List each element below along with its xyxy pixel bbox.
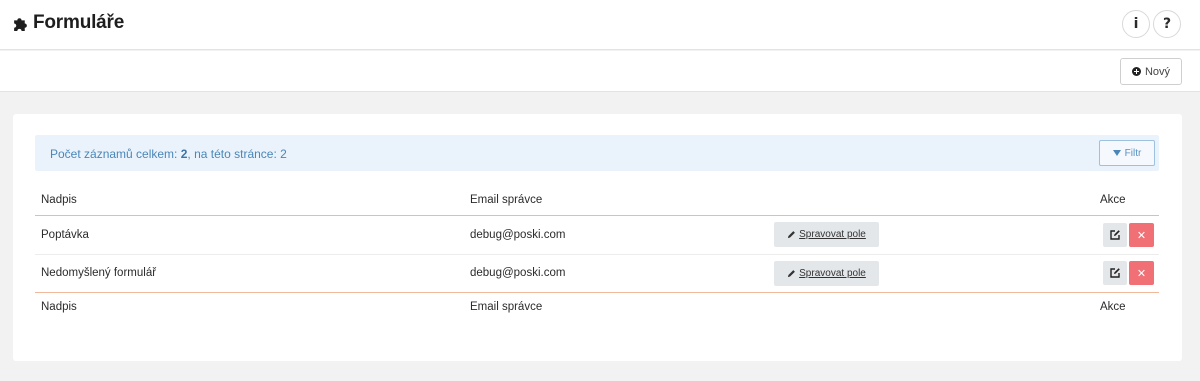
summary-on-page: 2 <box>280 147 287 161</box>
summary-prefix: Počet záznamů celkem: <box>50 147 181 161</box>
row-1-manage-fields-label: Spravovat pole <box>799 229 866 240</box>
new-button[interactable]: Nový <box>1120 58 1182 85</box>
row-1-delete-button[interactable]: ✕ <box>1129 223 1154 247</box>
forms-card: Počet záznamů celkem: 2, na této stránce… <box>13 114 1182 361</box>
page-header: Formuláře i ? <box>0 0 1200 50</box>
row-1-edit-button[interactable] <box>1103 223 1127 247</box>
edit-icon <box>1110 268 1120 278</box>
toolbar: Nový <box>0 51 1200 92</box>
row-2-manage-fields-label: Spravovat pole <box>799 268 866 279</box>
page-title: Formuláře <box>12 12 124 34</box>
column-header-actions: Akce <box>1100 194 1126 206</box>
column-footer-actions: Akce <box>1100 301 1126 313</box>
column-header-email[interactable]: Email správce <box>470 194 542 206</box>
row-1-manage-fields-button[interactable]: Spravovat pole <box>774 222 879 247</box>
close-icon: ✕ <box>1136 266 1147 280</box>
puzzle-icon <box>14 17 27 31</box>
edit-icon <box>1110 230 1120 240</box>
filter-button[interactable]: Filtr <box>1099 140 1155 166</box>
column-header-title[interactable]: Nadpis <box>41 194 77 206</box>
summary-middle: , na této stránce: <box>187 147 281 161</box>
column-footer-email: Email správce <box>470 301 543 313</box>
new-button-label: Nový <box>1144 65 1171 78</box>
row-divider <box>35 254 1159 255</box>
row-2-delete-button[interactable]: ✕ <box>1129 261 1154 285</box>
header-divider <box>35 215 1159 216</box>
row-2-email: debug@poski.com <box>470 267 566 279</box>
page-title-text: Formuláře <box>33 12 125 33</box>
help-button[interactable]: ? <box>1153 10 1181 38</box>
footer-divider <box>35 292 1159 293</box>
pencil-icon <box>788 231 796 239</box>
row-1-title: Poptávka <box>41 229 89 241</box>
row-2-title: Nedomyšlený formulář <box>41 267 157 279</box>
row-1-email: debug@poski.com <box>470 229 566 241</box>
filter-button-label: Filtr <box>1124 147 1142 159</box>
records-summary: Počet záznamů celkem: 2, na této stránce… <box>50 147 287 161</box>
info-button[interactable]: i <box>1122 10 1150 38</box>
plus-circle-icon <box>1131 67 1141 76</box>
row-2-edit-button[interactable] <box>1103 261 1127 285</box>
filter-icon <box>1112 150 1121 156</box>
row-2-manage-fields-button[interactable]: Spravovat pole <box>774 261 879 286</box>
column-footer-title: Nadpis <box>41 301 77 313</box>
pencil-icon <box>788 270 796 278</box>
close-icon: ✕ <box>1136 228 1147 242</box>
records-summary-bar: Počet záznamů celkem: 2, na této stránce… <box>35 135 1159 171</box>
